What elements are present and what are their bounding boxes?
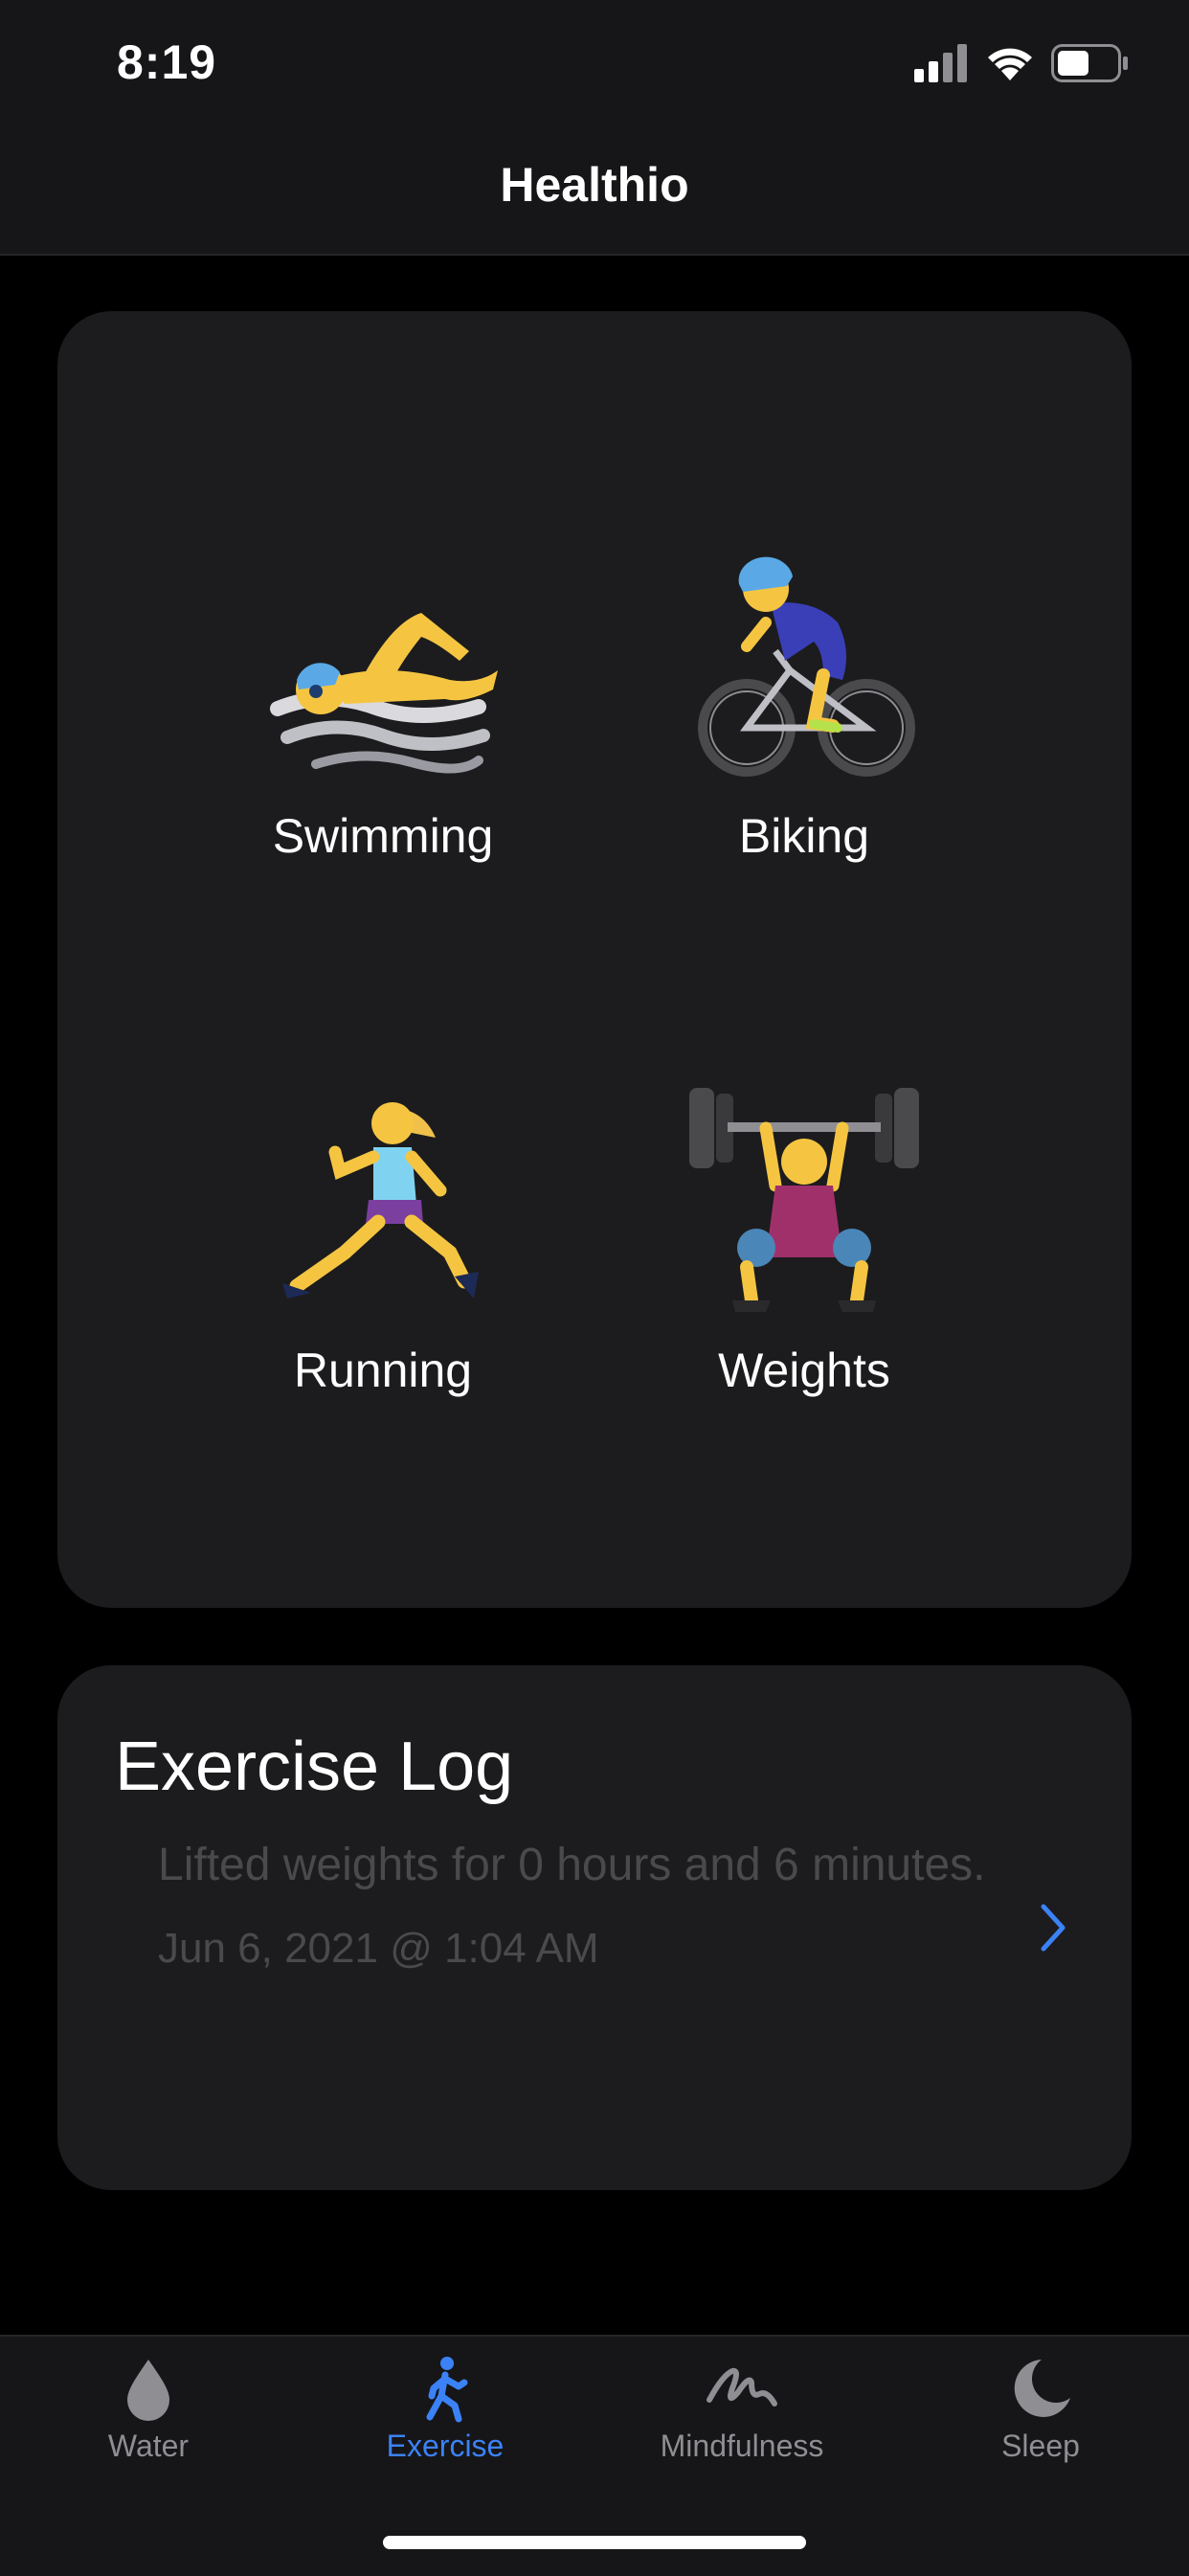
tab-label: Mindfulness [660,2429,824,2463]
water-drop-icon [127,2360,169,2421]
activity-biking[interactable]: Biking [613,546,996,948]
runner-icon [282,1102,479,1299]
tab-label: Water [107,2429,190,2463]
page-title: Healthio [500,158,689,212]
tab-water[interactable]: Water [24,2356,273,2464]
activity-label: Running [293,1344,473,1397]
chevron-right-icon [1041,1904,1066,1952]
activity-weights[interactable]: Weights [613,1080,996,1482]
tab-label: Exercise [386,2429,505,2463]
battery-icon [1051,44,1128,82]
activity-running[interactable]: Running [191,1080,574,1482]
activity-label: Weights [718,1344,890,1397]
activity-label: Biking [738,809,870,863]
walking-figure-icon [426,2357,468,2423]
swimmer-icon [270,613,498,774]
activity-label: Swimming [272,809,494,863]
tab-exercise[interactable]: Exercise [321,2356,570,2464]
cyclist-icon [698,556,915,777]
activity-swimming[interactable]: Swimming [191,546,574,948]
cellular-signal-icon [914,44,967,82]
wifi-icon [988,48,1032,80]
log-entry-date: Jun 6, 2021 @ 1:04 AM [158,1925,599,1972]
tab-mindfulness[interactable]: Mindfulness [617,2356,866,2464]
log-entry-text: Lifted weights for 0 hours and 6 minutes… [158,1840,986,1890]
tab-label: Sleep [1001,2429,1080,2463]
exercise-log-title: Exercise Log [115,1729,514,1805]
moon-icon [1014,2360,1070,2417]
weightlifter-icon [689,1088,919,1312]
squiggle-icon [707,2367,777,2407]
tab-sleep[interactable]: Sleep [916,2356,1165,2464]
exercise-log-entry[interactable]: Lifted weights for 0 hours and 6 minutes… [101,1819,1087,2011]
home-indicator [383,2536,806,2549]
status-time: 8:19 [117,35,217,89]
